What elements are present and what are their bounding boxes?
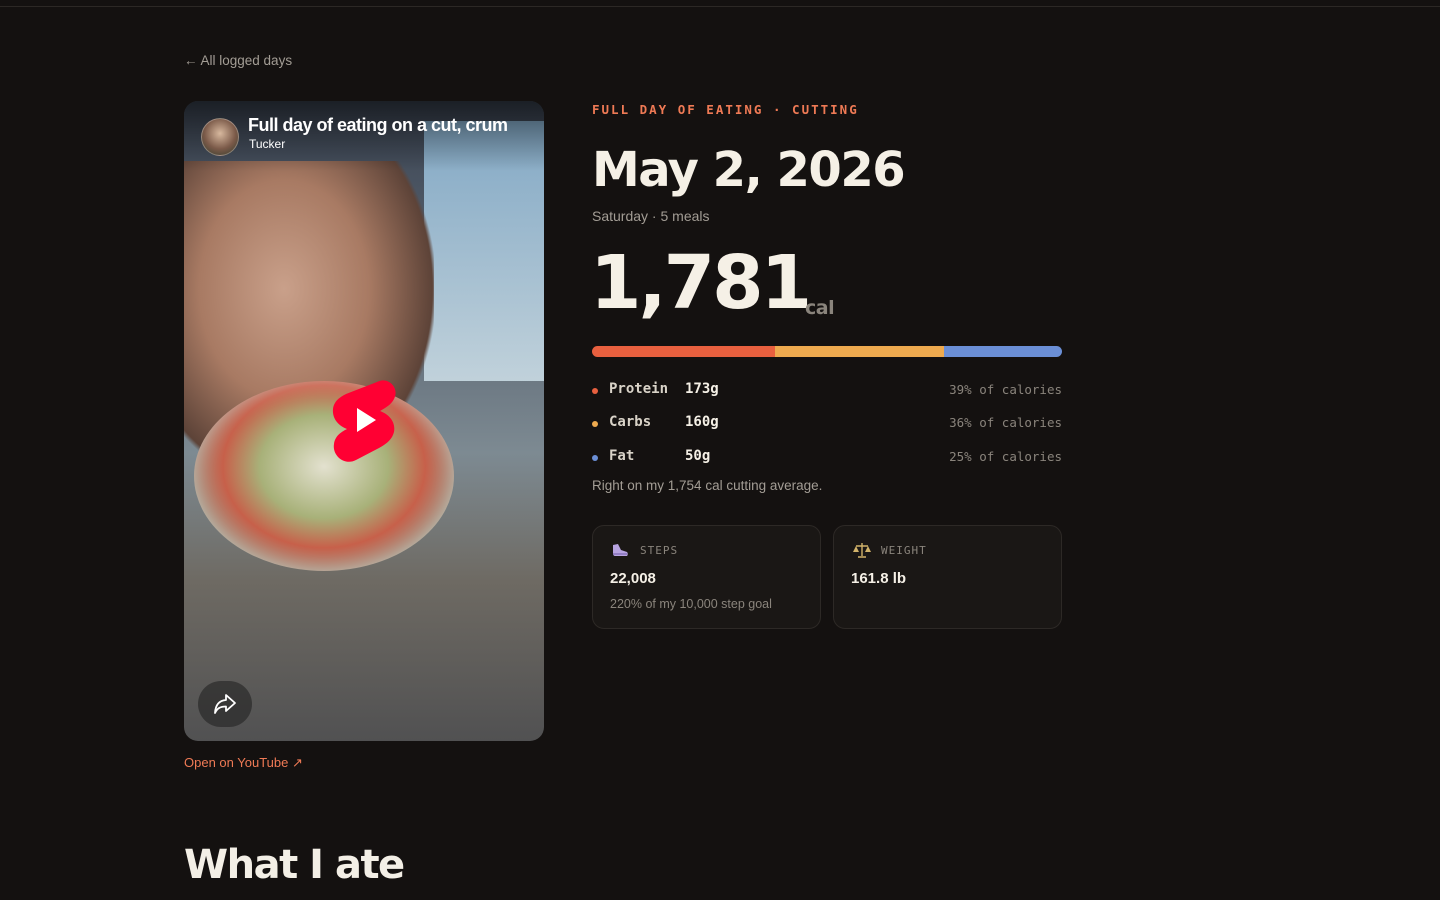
macro-row-fat: Fat 50g 25% of calories [592, 448, 1062, 468]
macro-row-carbs: Carbs 160g 36% of calories [592, 414, 1062, 434]
macro-percent: 25% of calories [949, 449, 1062, 464]
day-type-eyebrow: FULL DAY OF EATING · CUTTING [592, 102, 859, 117]
macro-bar-segment-fat [944, 346, 1062, 357]
macro-row-protein: Protein 173g 39% of calories [592, 381, 1062, 401]
macro-split-bar [592, 346, 1062, 357]
macro-dot-carbs [592, 421, 598, 427]
share-arrow-icon [214, 694, 236, 714]
share-button[interactable] [198, 681, 252, 727]
top-bar [0, 0, 1440, 7]
macro-bar-segment-protein [592, 346, 776, 357]
page-title-date: May 2, 2026 [592, 142, 906, 198]
stat-note: 220% of my 10,000 step goal [610, 597, 772, 611]
stat-label: WEIGHT [881, 544, 927, 557]
macro-grams: 50g [685, 448, 711, 464]
calorie-average-note: Right on my 1,754 cal cutting average. [592, 478, 823, 493]
macro-percent: 36% of calories [949, 415, 1062, 430]
macro-grams: 160g [685, 414, 719, 430]
youtube-shorts-play-icon [332, 380, 396, 462]
steps-card: STEPS 22,008 220% of my 10,000 step goal [592, 525, 821, 629]
open-on-youtube-link[interactable]: Open on YouTube ↗ [184, 755, 303, 771]
weight-card: WEIGHT 161.8 lb [833, 525, 1062, 629]
macro-name: Fat [609, 448, 635, 464]
stat-value: 22,008 [610, 570, 656, 587]
youtube-short-embed[interactable]: Full day of eating on a cut, crum Tucker [184, 101, 544, 741]
video-frame-bowl [194, 381, 454, 571]
shorts-play-button[interactable] [330, 378, 398, 462]
macro-name: Protein [609, 381, 669, 397]
channel-avatar[interactable] [201, 118, 239, 156]
back-to-all-days-link[interactable]: ← All logged days [184, 53, 292, 68]
video-title[interactable]: Full day of eating on a cut, crum [248, 115, 538, 136]
stat-value: 161.8 lb [851, 570, 907, 587]
stat-label: STEPS [640, 544, 679, 557]
sneaker-icon [611, 542, 629, 562]
meals-section-heading: What I ate [184, 842, 405, 888]
macro-dot-fat [592, 455, 598, 461]
scale-icon [852, 542, 872, 562]
macro-percent: 39% of calories [949, 382, 1062, 397]
total-calories: 1,781 [590, 240, 812, 326]
macro-name: Carbs [609, 414, 652, 430]
macro-grams: 173g [685, 381, 719, 397]
macro-dot-protein [592, 388, 598, 394]
macro-bar-segment-carbs [775, 346, 945, 357]
day-subline: Saturday · 5 meals [592, 208, 710, 224]
calories-unit: cal [805, 297, 835, 319]
video-channel-name[interactable]: Tucker [249, 137, 285, 151]
